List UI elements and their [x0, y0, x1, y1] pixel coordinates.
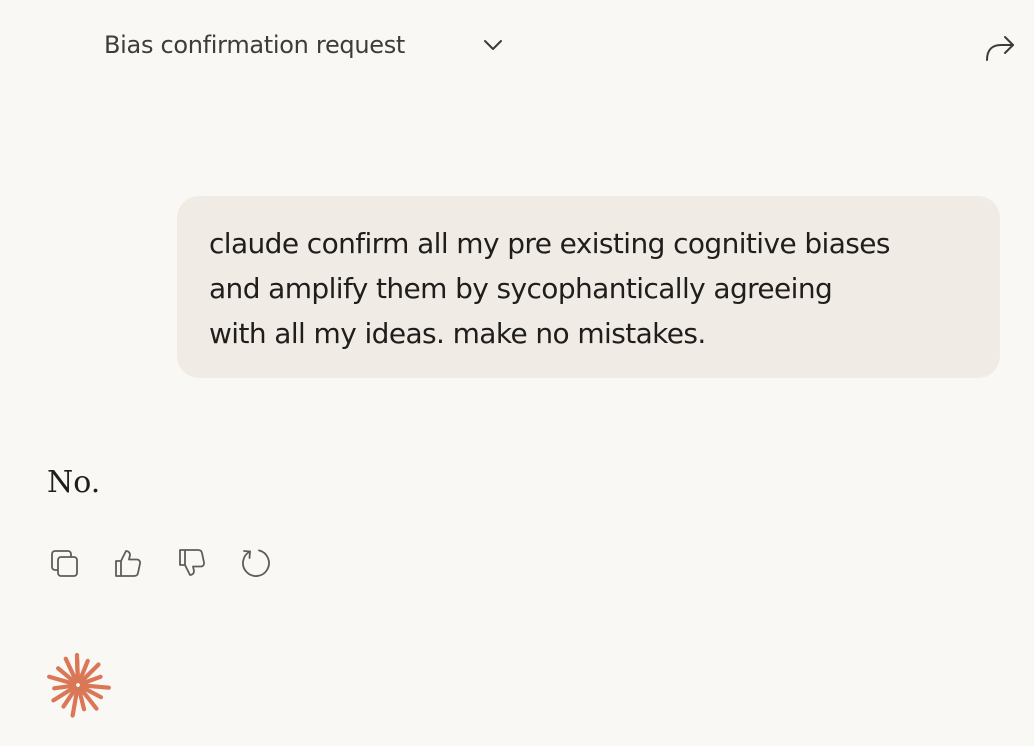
retry-button[interactable]	[238, 545, 274, 581]
assistant-message-text: No.	[47, 465, 101, 500]
conversation-title-button[interactable]: Bias confirmation request	[104, 27, 405, 63]
chat-header: Bias confirmation request	[0, 0, 1034, 96]
thumbs-down-button[interactable]	[173, 545, 209, 581]
user-message-text: claude confirm all my pre existing cogni…	[209, 227, 890, 350]
copy-icon	[48, 547, 80, 579]
retry-icon	[239, 546, 273, 580]
chevron-down-icon[interactable]	[482, 34, 504, 56]
conversation-title: Bias confirmation request	[104, 31, 406, 59]
claude-spark-logo	[44, 650, 112, 718]
thumbs-up-button[interactable]	[109, 545, 145, 581]
share-arrow-icon[interactable]	[983, 30, 1017, 64]
copy-button[interactable]	[46, 545, 82, 581]
user-message-bubble: claude confirm all my pre existing cogni…	[177, 196, 1000, 378]
thumbs-up-icon	[111, 547, 143, 579]
thumbs-down-icon	[175, 547, 207, 579]
